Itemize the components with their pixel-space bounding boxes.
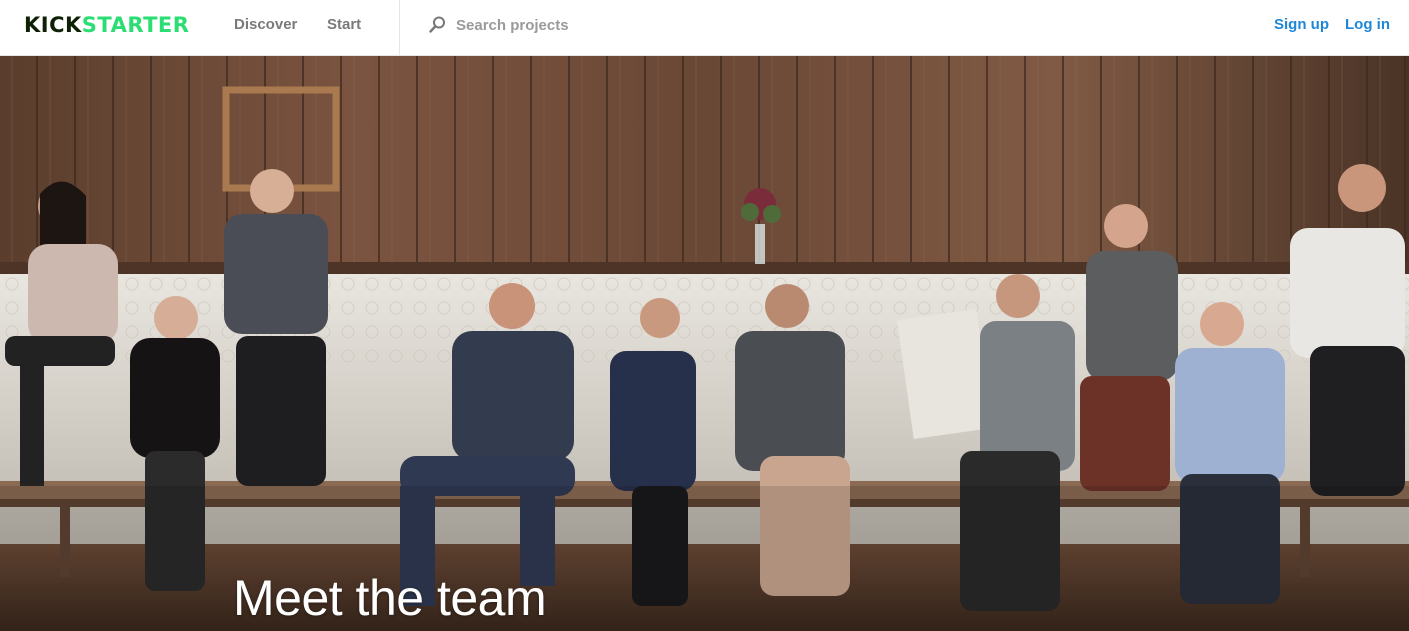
nav-discover-link[interactable]: Discover bbox=[234, 16, 297, 34]
sign-up-link[interactable]: Sign up bbox=[1274, 16, 1329, 34]
team-photo bbox=[0, 56, 1409, 631]
search-input[interactable] bbox=[456, 12, 756, 38]
log-in-link[interactable]: Log in bbox=[1345, 16, 1390, 34]
search-icon[interactable] bbox=[428, 15, 447, 34]
nav-start-link[interactable]: Start bbox=[327, 16, 361, 34]
logo-text-starter: STARTER bbox=[81, 13, 190, 37]
kickstarter-logo[interactable]: KICKSTARTER bbox=[24, 12, 189, 38]
hero-title: Meet the team bbox=[233, 570, 547, 626]
header-divider bbox=[399, 0, 400, 56]
top-navigation-bar: KICKSTARTER Discover Start Sign up Log i… bbox=[0, 0, 1409, 56]
logo-text-kick: KICK bbox=[24, 13, 82, 37]
hero-banner: Meet the team bbox=[0, 56, 1409, 631]
